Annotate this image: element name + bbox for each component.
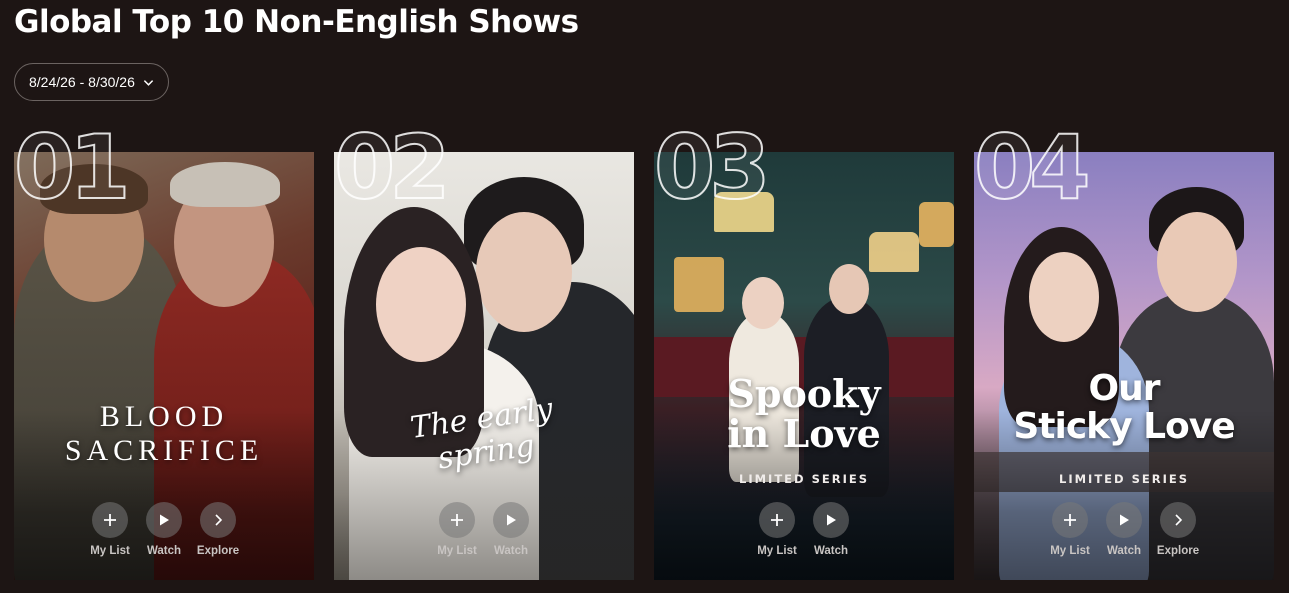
limited-series-tag: LIMITED SERIES (739, 472, 869, 486)
plus-icon (451, 514, 463, 526)
play-icon (160, 514, 169, 526)
show-title: BLOOD SACRIFICE (64, 400, 264, 467)
rank-number: 03 (653, 116, 772, 219)
watch-label: Watch (146, 545, 182, 557)
watch-label: Watch (813, 545, 849, 557)
show-title: Spooky in Love (727, 371, 881, 456)
watch-button[interactable]: Watch (493, 502, 530, 557)
my-list-label: My List (1050, 545, 1090, 557)
rank-number: 01 (13, 116, 132, 219)
my-list-button[interactable]: My List (1050, 502, 1090, 557)
show-title: Our Sticky Love (1013, 368, 1235, 447)
plus-icon (104, 514, 116, 526)
explore-label: Explore (1156, 545, 1200, 557)
limited-series-tag: LIMITED SERIES (1059, 472, 1189, 486)
watch-button[interactable]: Watch (813, 502, 850, 557)
action-bar: My List Watch (334, 502, 634, 557)
explore-button[interactable]: Explore (196, 502, 240, 557)
my-list-label: My List (90, 545, 130, 557)
my-list-button[interactable]: My List (90, 502, 130, 557)
explore-label: Explore (196, 545, 240, 557)
chevron-down-icon (143, 79, 154, 86)
chevron-right-icon (1175, 514, 1183, 526)
my-list-label: My List (757, 545, 797, 557)
watch-label: Watch (493, 545, 529, 557)
plus-icon (1064, 514, 1076, 526)
chevron-right-icon (215, 514, 223, 526)
week-selector[interactable]: 8/24/26 - 8/30/26 (14, 63, 169, 101)
week-selector-value: 8/24/26 - 8/30/26 (29, 74, 135, 90)
rank-number: 02 (333, 116, 452, 219)
play-icon (827, 514, 836, 526)
watch-label: Watch (1106, 545, 1142, 557)
watch-button[interactable]: Watch (1106, 502, 1143, 557)
action-bar: My List Watch (654, 502, 954, 557)
my-list-button[interactable]: My List (757, 502, 797, 557)
play-icon (1120, 514, 1129, 526)
play-icon (507, 514, 516, 526)
rank-number: 04 (973, 116, 1092, 219)
my-list-button[interactable]: My List (437, 502, 477, 557)
plus-icon (771, 514, 783, 526)
watch-button[interactable]: Watch (146, 502, 183, 557)
explore-button[interactable]: Explore (1156, 502, 1200, 557)
action-bar: My List Watch Explore (14, 502, 314, 557)
my-list-label: My List (437, 545, 477, 557)
page-title: Global Top 10 Non-English Shows (14, 4, 579, 40)
action-bar: My List Watch Explore (974, 502, 1274, 557)
